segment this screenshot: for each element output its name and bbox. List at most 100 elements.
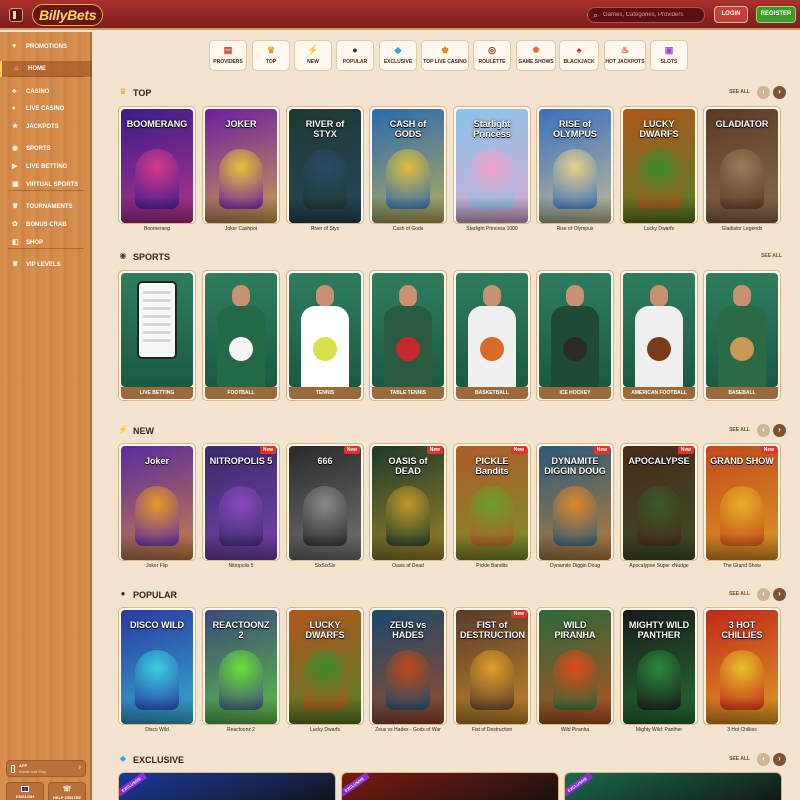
- menu-toggle-icon[interactable]: [9, 8, 23, 22]
- game-title[interactable]: Cash of Gods: [366, 226, 450, 232]
- game-title[interactable]: Reactoonz 2: [199, 727, 283, 733]
- game-title[interactable]: Zeus vs Hades - Gods of War: [366, 727, 450, 733]
- sport-tile[interactable]: FOOTBALL: [202, 270, 280, 401]
- game-title[interactable]: Mighty Wild: Panther: [617, 727, 701, 733]
- game-title[interactable]: Disco Wild: [115, 727, 199, 733]
- game-title[interactable]: Wild Piranha: [533, 727, 617, 733]
- chevron-right-icon[interactable]: ›: [773, 588, 786, 601]
- game-tile[interactable]: ZEUS vs HADES: [369, 607, 447, 725]
- game-tile[interactable]: LUCKY DWARFS: [620, 106, 698, 224]
- chevron-left-icon[interactable]: ‹: [757, 424, 770, 437]
- sidebar-item-promotions[interactable]: ♥ PROMOTIONS: [0, 39, 92, 55]
- game-title[interactable]: River of Styx: [283, 226, 367, 232]
- game-title[interactable]: Gladiator Legends: [700, 226, 784, 232]
- game-tile[interactable]: DISCO WILD: [118, 607, 196, 725]
- game-tile[interactable]: RISE of OLYMPUS: [536, 106, 614, 224]
- sport-tile[interactable]: LIVE BETTING: [118, 270, 196, 401]
- login-button[interactable]: LOGIN: [714, 6, 748, 23]
- game-tile[interactable]: REACTOONZ 2: [202, 607, 280, 725]
- sidebar-item-sports[interactable]: ◉ SPORTS: [0, 141, 92, 157]
- sport-tile[interactable]: BASEBALL: [703, 270, 781, 401]
- see-all-link[interactable]: SEE ALL: [729, 591, 750, 597]
- exclusive-game-tile[interactable]: EXCLUSIVE: [118, 772, 336, 800]
- sidebar-item-bonus-crab[interactable]: ✿ BONUS CRAB: [0, 217, 92, 233]
- exclusive-game-tile[interactable]: EXCLUSIVE: [341, 772, 559, 800]
- game-tile[interactable]: BOOMERANG: [118, 106, 196, 224]
- game-title[interactable]: Lucky Dwarfs: [283, 727, 367, 733]
- game-title[interactable]: Apocalypse Super xNudge: [617, 563, 701, 569]
- see-all-link[interactable]: SEE ALL: [729, 89, 750, 95]
- category-exclusive[interactable]: ◆ EXCLUSIVE: [379, 40, 417, 71]
- game-title[interactable]: Boomerang: [115, 226, 199, 232]
- search-input[interactable]: [603, 9, 703, 21]
- category-top[interactable]: ♛ TOP: [252, 40, 290, 71]
- category-roulette[interactable]: ◎ ROULETTE: [473, 40, 511, 71]
- game-tile[interactable]: Starlight Princess: [453, 106, 531, 224]
- game-tile[interactable]: CASH of GODS: [369, 106, 447, 224]
- register-button[interactable]: REGISTER: [756, 6, 796, 23]
- game-tile[interactable]: APOCALYPSE New: [620, 443, 698, 561]
- game-title[interactable]: Joker Flip: [115, 563, 199, 569]
- category-slots[interactable]: ▣ SLOTS: [650, 40, 688, 71]
- sport-tile[interactable]: BASKETBALL: [453, 270, 531, 401]
- category-blackjack[interactable]: ♠ BLACKJACK: [559, 40, 599, 71]
- sport-tile[interactable]: ICE HOCKEY: [536, 270, 614, 401]
- category-popular[interactable]: ● POPULAR: [336, 40, 374, 71]
- sport-tile[interactable]: TABLE TENNIS: [369, 270, 447, 401]
- see-all-link[interactable]: SEE ALL: [729, 427, 750, 433]
- see-all-link[interactable]: SEE ALL: [729, 756, 750, 762]
- category-hot-jackpots[interactable]: ♨ HOT JACKPOTS: [604, 40, 646, 71]
- game-tile[interactable]: WILD PIRANHA: [536, 607, 614, 725]
- category-new[interactable]: ⚡ NEW: [294, 40, 332, 71]
- game-tile[interactable]: RIVER of STYX: [286, 106, 364, 224]
- sidebar-item-casino[interactable]: ♣ CASINO: [0, 84, 92, 100]
- sidebar-item-live-betting[interactable]: ▶ LIVE BETTING: [0, 159, 92, 175]
- game-title[interactable]: 3 Hot Chillies: [700, 727, 784, 733]
- chevron-right-icon[interactable]: ›: [773, 86, 786, 99]
- game-tile[interactable]: 3 HOT CHILLIES: [703, 607, 781, 725]
- sport-tile[interactable]: TENNIS: [286, 270, 364, 401]
- game-tile[interactable]: GLADIATOR: [703, 106, 781, 224]
- category-top-live-casino[interactable]: ♚ TOP LIVE CASINO: [421, 40, 469, 71]
- exclusive-game-tile[interactable]: EXCLUSIVE: [564, 772, 782, 800]
- game-tile[interactable]: Joker: [118, 443, 196, 561]
- sidebar-item-jackpots[interactable]: ★ JACKPOTS: [0, 119, 92, 135]
- category-providers[interactable]: ▤ PROVIDERS: [209, 40, 247, 71]
- game-title[interactable]: Fist of Destruction: [450, 727, 534, 733]
- game-title[interactable]: Nitropolis 5: [199, 563, 283, 569]
- game-title[interactable]: Joker Cashpot: [199, 226, 283, 232]
- sidebar-item-tournaments[interactable]: ♛ TOURNAMENTS: [0, 199, 92, 215]
- game-title[interactable]: Oasis of Dead: [366, 563, 450, 569]
- sidebar-item-vip-levels[interactable]: ♕ VIP LEVELS: [0, 257, 92, 273]
- game-tile[interactable]: NITROPOLIS 5 New: [202, 443, 280, 561]
- game-title[interactable]: Dynamite Diggin Doug: [533, 563, 617, 569]
- help-centre-button[interactable]: ☏ HELP CENTRE: [48, 782, 86, 800]
- game-tile[interactable]: GRAND SHOW New: [703, 443, 781, 561]
- game-tile[interactable]: LUCKY DWARFS: [286, 607, 364, 725]
- game-title[interactable]: Rise of Olympus: [533, 226, 617, 232]
- game-tile[interactable]: PICKLE Bandits New: [453, 443, 531, 561]
- game-tile[interactable]: FIST of DESTRUCTION New: [453, 607, 531, 725]
- language-button[interactable]: ENGLISH: [6, 782, 44, 800]
- game-tile[interactable]: JOKER: [202, 106, 280, 224]
- sidebar-item-home[interactable]: ⌂ HOME: [0, 61, 92, 77]
- game-tile[interactable]: 666 New: [286, 443, 364, 561]
- game-tile[interactable]: DYNAMITE DIGGIN DOUG New: [536, 443, 614, 561]
- see-all-link[interactable]: SEE ALL: [761, 253, 782, 259]
- sport-tile[interactable]: AMERICAN FOOTBALL: [620, 270, 698, 401]
- game-title[interactable]: Starlight Princess 1000: [450, 226, 534, 232]
- game-title[interactable]: Lucky Dwarfs: [617, 226, 701, 232]
- chevron-right-icon[interactable]: ›: [773, 753, 786, 766]
- sidebar-item-live-casino[interactable]: ♦ LIVE CASINO: [0, 101, 92, 117]
- game-title[interactable]: SixSixSix: [283, 563, 367, 569]
- chevron-right-icon[interactable]: ›: [773, 424, 786, 437]
- chevron-left-icon[interactable]: ‹: [757, 86, 770, 99]
- game-title[interactable]: The Grand Show: [700, 563, 784, 569]
- app-install-button[interactable]: APP Install and Play ›: [6, 760, 86, 777]
- search-box[interactable]: ⌕: [587, 7, 705, 23]
- category-game-shows[interactable]: ✹ GAME SHOWS: [516, 40, 556, 71]
- chevron-left-icon[interactable]: ‹: [757, 588, 770, 601]
- game-tile[interactable]: MIGHTY WILD PANTHER: [620, 607, 698, 725]
- chevron-left-icon[interactable]: ‹: [757, 753, 770, 766]
- brand-logo[interactable]: BillyBets: [32, 4, 104, 26]
